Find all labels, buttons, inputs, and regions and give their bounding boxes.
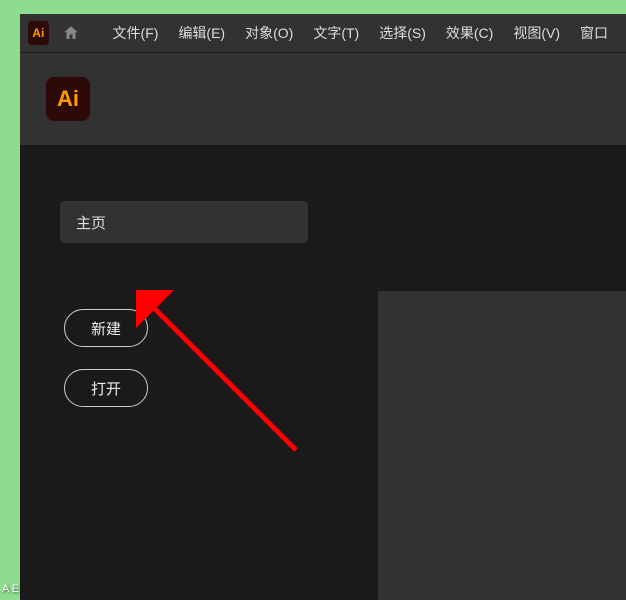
new-button[interactable]: 新建 (64, 309, 148, 347)
app-icon-text: Ai (32, 26, 44, 40)
title-bar: Ai 文件(F) 编辑(E) 对象(O) 文字(T) 选择(S) 效果(C) 视… (20, 14, 626, 52)
menu-object[interactable]: 对象(O) (235, 19, 303, 47)
app-logo: Ai (46, 77, 90, 121)
menu-view[interactable]: 视图(V) (503, 19, 570, 47)
desktop-icon-label: A E (2, 583, 19, 596)
logo-section: Ai (20, 53, 626, 145)
app-window: Ai 文件(F) 编辑(E) 对象(O) 文字(T) 选择(S) 效果(C) 视… (20, 14, 626, 600)
content-area: 主页 新建 打开 (20, 145, 626, 600)
home-icon[interactable] (59, 19, 83, 47)
home-button-label: 主页 (76, 212, 106, 233)
menu-window[interactable]: 窗口 (570, 19, 618, 47)
action-buttons: 新建 打开 (60, 309, 378, 407)
menu-bar: 文件(F) 编辑(E) 对象(O) 文字(T) 选择(S) 效果(C) 视图(V… (103, 19, 618, 47)
left-panel: 主页 新建 打开 (20, 145, 378, 600)
home-button[interactable]: 主页 (60, 201, 308, 243)
app-icon-small: Ai (28, 21, 49, 45)
menu-select[interactable]: 选择(S) (369, 19, 436, 47)
menu-edit[interactable]: 编辑(E) (168, 19, 235, 47)
menu-type[interactable]: 文字(T) (303, 19, 369, 47)
app-logo-text: Ai (57, 86, 79, 112)
menu-file[interactable]: 文件(F) (103, 19, 169, 47)
right-panel (378, 291, 626, 600)
open-button[interactable]: 打开 (64, 369, 148, 407)
open-button-label: 打开 (91, 378, 121, 399)
menu-effect[interactable]: 效果(C) (436, 19, 503, 47)
new-button-label: 新建 (91, 318, 121, 339)
